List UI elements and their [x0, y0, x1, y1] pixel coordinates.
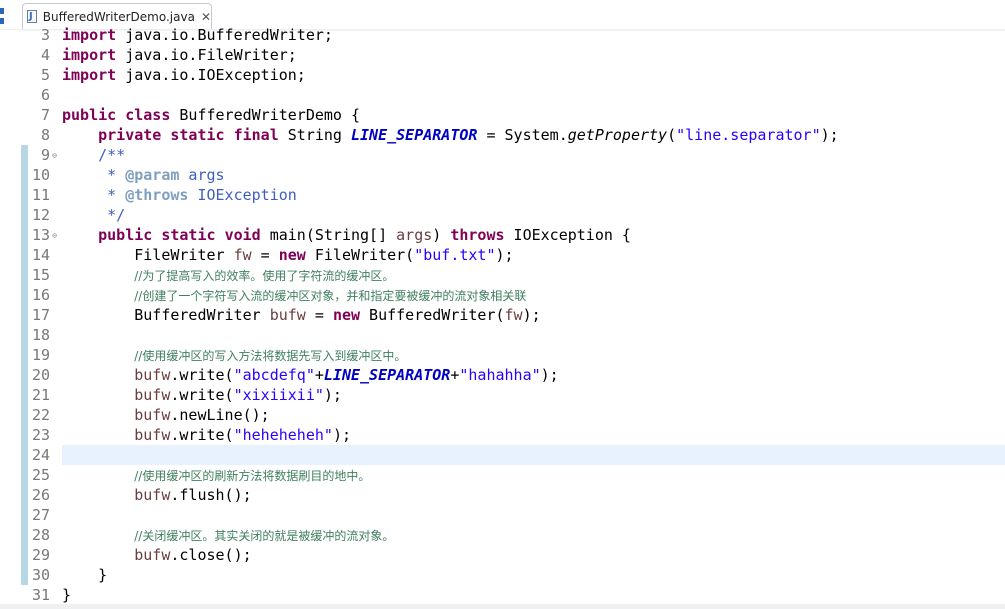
line-number: 13 — [31, 226, 50, 244]
code-text: } — [62, 586, 72, 604]
code-line[interactable]: 8 private static final String LINE_SEPAR… — [0, 125, 1005, 145]
code-line[interactable]: 30 } — [0, 565, 1005, 585]
line-number: 15 — [31, 266, 50, 284]
line-number: 16 — [31, 286, 50, 304]
code-line[interactable]: 14 FileWriter fw = new FileWriter("buf.t… — [0, 245, 1005, 265]
code-line[interactable]: 11 * @throws IOException — [0, 185, 1005, 205]
view-marker — [0, 18, 4, 24]
code-text: //关闭缓冲区。其实关闭的就是被缓冲的流对象。 — [134, 529, 395, 543]
line-number: 11 — [31, 186, 50, 204]
line-number: 30 — [31, 566, 50, 584]
line-number: 25 — [31, 466, 50, 484]
line-number: 28 — [31, 526, 50, 544]
line-number: 26 — [31, 486, 50, 504]
code-line[interactable]: 20 bufw.write("abcdefq"+LINE_SEPARATOR+"… — [0, 365, 1005, 385]
code-line[interactable]: 4 import java.io.FileWriter; — [0, 45, 1005, 65]
code-line[interactable]: 6 — [0, 85, 1005, 105]
code-text: FileWriter fw = new FileWriter("buf.txt"… — [62, 246, 514, 264]
code-line[interactable]: 26 bufw.flush(); — [0, 485, 1005, 505]
code-text: bufw.flush(); — [134, 486, 252, 504]
code-line[interactable]: 13 ⊖ public static void main(String[] arg… — [0, 225, 1005, 245]
code-text: * @param args — [107, 166, 225, 184]
line-number: 9 — [40, 146, 50, 164]
code-text: bufw.close(); — [134, 546, 252, 564]
line-number: 18 — [31, 326, 50, 344]
line-number: 5 — [40, 66, 50, 84]
code-text: public class BufferedWriterDemo { — [62, 106, 361, 124]
code-line[interactable]: 3 import java.io.BufferedWriter; — [0, 25, 1005, 45]
code-text: //为了提高写入的效率。使用了字符流的缓冲区。 — [134, 269, 395, 283]
code-text: /** — [98, 146, 126, 164]
code-text: import java.io.BufferedWriter; — [62, 26, 333, 44]
code-text: //使用缓冲区的写入方法将数据先写入到缓冲区中。 — [134, 349, 407, 363]
close-icon[interactable]: ✕ — [201, 10, 211, 24]
fold-collapse-icon[interactable]: ⊖ — [50, 151, 59, 160]
line-number: 10 — [31, 166, 50, 184]
code-line[interactable]: 21 bufw.write("xixiixii"); — [0, 385, 1005, 405]
code-line[interactable]: 10 * @param args — [0, 165, 1005, 185]
code-line[interactable]: 17 BufferedWriter bufw = new BufferedWri… — [0, 305, 1005, 325]
view-marker — [0, 8, 4, 14]
code-text: bufw.write("heheheheh"); — [134, 426, 351, 444]
code-line[interactable]: 29 bufw.close(); — [0, 545, 1005, 565]
line-number: 12 — [31, 206, 50, 224]
line-number: 14 — [31, 246, 50, 264]
code-text: bufw.newLine(); — [134, 406, 270, 424]
code-text: private static final String LINE_SEPARAT… — [98, 126, 839, 144]
code-line[interactable]: 19 //使用缓冲区的写入方法将数据先写入到缓冲区中。 — [0, 345, 1005, 365]
code-line[interactable]: 9 ⊖ /** — [0, 145, 1005, 165]
fold-collapse-icon[interactable]: ⊖ — [50, 231, 59, 240]
code-line[interactable]: 5 import java.io.IOException; — [0, 65, 1005, 85]
line-number: 19 — [31, 346, 50, 364]
code-line[interactable]: 16 //创建了一个字符写入流的缓冲区对象，并和指定要被缓冲的流对象相关联 — [0, 285, 1005, 305]
code-text: } — [62, 566, 108, 584]
code-text: import java.io.FileWriter; — [62, 46, 297, 64]
code-line[interactable]: 24 — [0, 445, 1005, 465]
code-line[interactable]: 7 public class BufferedWriterDemo { — [0, 105, 1005, 125]
line-number: 22 — [31, 406, 50, 424]
line-number: 23 — [31, 426, 50, 444]
line-number: 27 — [31, 506, 50, 524]
code-line[interactable]: 27 — [0, 505, 1005, 525]
java-file-icon: J — [27, 9, 38, 24]
code-text: import java.io.IOException; — [62, 66, 306, 84]
code-line[interactable]: 23 bufw.write("heheheheh"); — [0, 425, 1005, 445]
line-number: 8 — [40, 126, 50, 144]
tab-label: BufferedWriterDemo.java — [42, 9, 195, 24]
editor-bottom-edge — [0, 604, 1005, 609]
code-text: //使用缓冲区的刷新方法将数据刷目的地中。 — [134, 469, 371, 483]
code-text: */ — [107, 206, 126, 224]
code-line[interactable]: 28 //关闭缓冲区。其实关闭的就是被缓冲的流对象。 — [0, 525, 1005, 545]
line-number: 4 — [40, 46, 50, 64]
line-number: 24 — [31, 446, 50, 464]
line-number: 20 — [31, 366, 50, 384]
code-line[interactable]: 12 */ — [0, 205, 1005, 225]
line-number: 7 — [40, 106, 50, 124]
code-text: bufw.write("xixiixii"); — [134, 386, 342, 404]
line-number: 17 — [31, 306, 50, 324]
code-line[interactable]: 15 //为了提高写入的效率。使用了字符流的缓冲区。 — [0, 265, 1005, 285]
line-number: 31 — [31, 586, 50, 604]
code-text: public static void main(String[] args) t… — [98, 226, 631, 244]
code-text: * @throws IOException — [107, 186, 297, 204]
code-text: //创建了一个字符写入流的缓冲区对象，并和指定要被缓冲的流对象相关联 — [134, 289, 527, 303]
code-text: bufw.write("abcdefq"+LINE_SEPARATOR+"hah… — [134, 366, 559, 384]
code-line[interactable]: 18 — [0, 325, 1005, 345]
code-line[interactable]: 22 bufw.newLine(); — [0, 405, 1005, 425]
code-line[interactable]: 25 //使用缓冲区的刷新方法将数据刷目的地中。 — [0, 465, 1005, 485]
line-number: 6 — [40, 86, 50, 104]
code-text: BufferedWriter bufw = new BufferedWriter… — [62, 306, 541, 324]
line-number: 21 — [31, 386, 50, 404]
line-number: 29 — [31, 546, 50, 564]
line-number: 3 — [40, 26, 50, 44]
code-line[interactable]: 31} — [0, 585, 1005, 605]
